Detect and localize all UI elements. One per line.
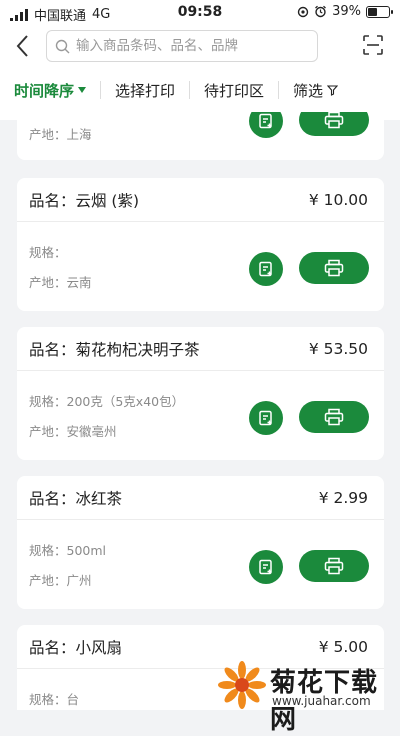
edit-icon xyxy=(259,559,272,575)
printer-icon xyxy=(324,112,344,129)
filter-bar: 时间降序 选择打印 待打印区 筛选 xyxy=(0,72,400,108)
product-name: 品名：菊花枸杞决明子茶 xyxy=(29,340,200,359)
product-card: 产地：上海 xyxy=(17,112,384,160)
print-button[interactable] xyxy=(299,252,369,284)
product-card: 品名：菊花枸杞决明子茶 ¥ 53.50 规格：200克（5克x40包） 产地：安… xyxy=(17,327,384,460)
product-header: 品名：云烟 (紫) ¥ 10.00 xyxy=(17,178,384,222)
battery-fill xyxy=(368,7,377,16)
watermark: 菊花下载网 www.juahar.com xyxy=(218,660,400,735)
edit-label-button[interactable] xyxy=(249,112,283,138)
product-card: 品名：冰红茶 ¥ 2.99 规格：500ml 产地：广州 xyxy=(17,476,384,609)
back-arrow-icon[interactable] xyxy=(12,32,34,60)
scan-icon[interactable] xyxy=(362,34,384,56)
print-button[interactable] xyxy=(299,112,369,136)
filter-select-print-label: 选择打印 xyxy=(115,81,176,100)
watermark-url: www.juahar.com xyxy=(272,694,371,708)
product-spec: 规格： xyxy=(29,245,67,260)
funnel-icon xyxy=(327,84,339,96)
product-origin: 产地：广州 xyxy=(29,573,92,588)
print-button[interactable] xyxy=(299,550,369,582)
product-name: 品名：冰红茶 xyxy=(29,489,123,508)
product-price: ¥ 53.50 xyxy=(308,339,368,358)
filter-pending-print[interactable]: 待打印区 xyxy=(190,80,278,101)
top-bar: 中国联通 4G 09:58 39% 时间降序 选择打印 待打印区 筛选 xyxy=(0,0,400,120)
dropdown-triangle-icon xyxy=(78,87,87,93)
printer-icon xyxy=(324,408,344,426)
product-name: 品名：云烟 (紫) xyxy=(29,191,140,210)
product-price: ¥ 10.00 xyxy=(308,190,368,209)
alarm-icon xyxy=(315,5,327,18)
edit-label-button[interactable] xyxy=(249,401,283,435)
product-spec: 规格：台 xyxy=(29,692,80,707)
battery-percent: 39% xyxy=(332,4,361,19)
filter-pending-print-label: 待打印区 xyxy=(204,81,265,100)
edit-icon xyxy=(259,261,272,277)
edit-label-button[interactable] xyxy=(249,252,283,286)
search-row xyxy=(0,28,400,64)
search-input[interactable] xyxy=(76,38,306,54)
location-icon xyxy=(297,6,309,17)
status-bar: 中国联通 4G 09:58 39% xyxy=(0,0,400,26)
product-name: 品名：小风扇 xyxy=(29,638,123,657)
product-spec: 规格：200克（5克x40包） xyxy=(29,394,185,409)
edit-icon xyxy=(259,410,272,426)
product-header: 品名：冰红茶 ¥ 2.99 xyxy=(17,476,384,520)
search-box[interactable] xyxy=(46,30,318,62)
product-price: ¥ 5.00 xyxy=(318,637,368,656)
filter-button[interactable]: 筛选 xyxy=(279,80,352,101)
product-origin: 产地：云南 xyxy=(29,275,92,290)
edit-icon xyxy=(259,113,272,129)
product-card: 品名：云烟 (紫) ¥ 10.00 规格： 产地：云南 xyxy=(17,178,384,311)
product-header: 品名：菊花枸杞决明子茶 ¥ 53.50 xyxy=(17,327,384,371)
product-price: ¥ 2.99 xyxy=(318,488,368,507)
filter-time-desc[interactable]: 时间降序 xyxy=(0,80,100,101)
search-icon xyxy=(55,39,70,53)
battery-icon xyxy=(366,5,393,18)
edit-label-button[interactable] xyxy=(249,550,283,584)
product-origin: 产地：安徽亳州 xyxy=(29,424,117,439)
product-spec: 规格：500ml xyxy=(29,543,107,558)
filter-time-desc-label: 时间降序 xyxy=(14,81,75,100)
chrysanthemum-logo-icon xyxy=(218,661,266,709)
product-origin: 产地：上海 xyxy=(29,127,92,142)
filter-label: 筛选 xyxy=(293,81,324,100)
printer-icon xyxy=(324,259,344,277)
print-button[interactable] xyxy=(299,401,369,433)
printer-icon xyxy=(324,557,344,575)
product-list: 产地：上海 品名：云烟 (紫) ¥ 10.00 规格： 产地：云南 品名：菊花枸… xyxy=(0,112,400,710)
filter-select-print[interactable]: 选择打印 xyxy=(101,80,189,101)
